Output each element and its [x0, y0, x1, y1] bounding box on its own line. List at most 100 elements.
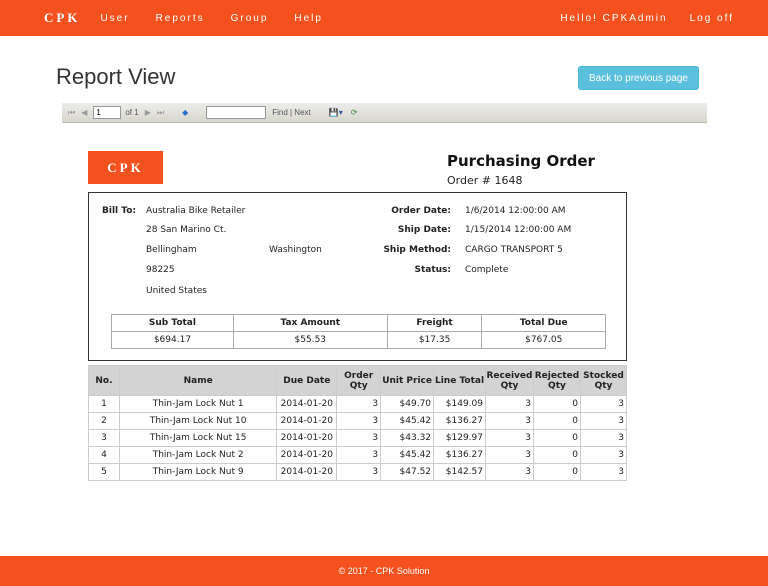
footer: © 2017 - CPK Solution [0, 556, 768, 586]
row-received-qty: 3 [484, 412, 534, 430]
bill-to-street: 28 San Marino Ct. [146, 225, 227, 235]
row-rejected-qty: 0 [532, 395, 581, 413]
order-date-label: Order Date: [391, 206, 451, 216]
first-page-icon[interactable]: ⏮ [68, 108, 75, 118]
total-due-value: $767.05 [481, 331, 606, 349]
row-no: 4 [88, 446, 120, 464]
last-page-icon[interactable]: ⏭ [157, 108, 164, 118]
bill-to-zip: 98225 [146, 265, 175, 275]
export-icon[interactable]: 💾▾ [329, 108, 343, 117]
total-due-header: Total Due [481, 314, 606, 332]
report-toolbar: ⏮ ◀ of 1 ▶ ⏭ ◆ Find | Next 💾▾ ⟳ [62, 103, 707, 123]
row-stocked-qty: 3 [579, 463, 628, 481]
items-header-row: No. Name Due Date Order Qty Unit Price L… [88, 365, 628, 396]
row-line-total: $149.09 [433, 395, 486, 413]
line-items-table: No. Name Due Date Order Qty Unit Price L… [88, 365, 628, 481]
row-order-qty: 3 [336, 412, 382, 430]
col-line-total: Line Total [433, 365, 486, 396]
find-next-label[interactable]: Find | Next [272, 108, 311, 117]
row-rejected-qty: 0 [532, 412, 581, 430]
nav-links: User Reports Group Help [100, 13, 349, 24]
col-name: Name [118, 365, 278, 396]
row-rejected-qty: 0 [532, 446, 581, 464]
top-navbar: CPK User Reports Group Help Hello! CPKAd… [0, 0, 768, 36]
nav-reports[interactable]: Reports [156, 13, 205, 24]
row-due-date: 2014-01-20 [276, 463, 338, 481]
row-stocked-qty: 3 [579, 395, 628, 413]
subtotal-value: $694.17 [111, 331, 234, 349]
row-unit-price: $43.32 [380, 429, 435, 447]
freight-value: $17.35 [386, 331, 483, 349]
col-unit-price: Unit Price [380, 365, 435, 396]
bill-to-state: Washington [269, 245, 322, 255]
prev-page-icon[interactable]: ◀ [81, 108, 87, 117]
row-line-total: $142.57 [433, 463, 486, 481]
back-to-parent-icon[interactable]: ◆ [182, 108, 188, 117]
row-no: 3 [88, 429, 120, 447]
nav-group[interactable]: Group [231, 13, 269, 24]
table-row: 2 Thin-Jam Lock Nut 10 2014-01-20 3 $45.… [88, 412, 628, 430]
col-rejected-qty: Rejected Qty [532, 365, 581, 396]
col-due-date: Due Date [276, 365, 338, 396]
find-input[interactable] [206, 106, 267, 119]
tax-header: Tax Amount [232, 314, 388, 332]
row-received-qty: 3 [484, 463, 534, 481]
row-name: Thin-Jam Lock Nut 10 [118, 412, 278, 430]
order-date-value: 1/6/2014 12:00:00 AM [465, 206, 566, 216]
report-title: Purchasing Order [447, 152, 595, 170]
page-count: of 1 [125, 108, 139, 117]
refresh-icon[interactable]: ⟳ [351, 108, 358, 117]
bill-to-name: Australia Bike Retailer [146, 206, 246, 216]
col-received-qty: Received Qty [484, 365, 534, 396]
ship-method-label: Ship Method: [383, 245, 451, 255]
brand-logo[interactable]: CPK [44, 10, 80, 26]
table-row: 1 Thin-Jam Lock Nut 1 2014-01-20 3 $49.7… [88, 395, 628, 413]
user-greeting-link[interactable]: Hello! CPKAdmin [560, 13, 667, 24]
bill-to-label: Bill To: [102, 206, 136, 216]
row-due-date: 2014-01-20 [276, 446, 338, 464]
back-button[interactable]: Back to previous page [578, 66, 699, 90]
table-row: 3 Thin-Jam Lock Nut 15 2014-01-20 3 $43.… [88, 429, 628, 447]
row-received-qty: 3 [484, 446, 534, 464]
nav-account: Hello! CPKAdmin Log off [538, 13, 734, 24]
row-received-qty: 3 [484, 429, 534, 447]
nav-user[interactable]: User [100, 13, 129, 24]
page-number-input[interactable] [93, 106, 122, 119]
row-stocked-qty: 3 [579, 429, 628, 447]
col-no: No. [88, 365, 120, 396]
row-order-qty: 3 [336, 463, 382, 481]
logoff-link[interactable]: Log off [690, 13, 734, 24]
row-name: Thin-Jam Lock Nut 1 [118, 395, 278, 413]
nav-help[interactable]: Help [294, 13, 323, 24]
report-logo: CPK [88, 151, 163, 184]
col-order-qty: Order Qty [336, 365, 382, 396]
row-stocked-qty: 3 [579, 412, 628, 430]
row-received-qty: 3 [484, 395, 534, 413]
row-due-date: 2014-01-20 [276, 429, 338, 447]
row-no: 1 [88, 395, 120, 413]
table-row: 5 Thin-Jam Lock Nut 9 2014-01-20 3 $47.5… [88, 463, 628, 481]
row-line-total: $129.97 [433, 429, 486, 447]
order-info-box: Bill To: Australia Bike Retailer 28 San … [88, 192, 627, 361]
page-title: Report View [56, 64, 176, 89]
row-unit-price: $47.52 [380, 463, 435, 481]
row-name: Thin-Jam Lock Nut 2 [118, 446, 278, 464]
row-order-qty: 3 [336, 446, 382, 464]
row-line-total: $136.27 [433, 446, 486, 464]
table-row: 4 Thin-Jam Lock Nut 2 2014-01-20 3 $45.4… [88, 446, 628, 464]
row-due-date: 2014-01-20 [276, 395, 338, 413]
next-page-icon[interactable]: ▶ [145, 108, 151, 117]
row-order-qty: 3 [336, 395, 382, 413]
order-number: Order # 1648 [447, 174, 523, 187]
row-line-total: $136.27 [433, 412, 486, 430]
col-stocked-qty: Stocked Qty [579, 365, 628, 396]
totals-table: Sub Total Tax Amount Freight Total Due $… [111, 314, 606, 349]
row-no: 2 [88, 412, 120, 430]
ship-date-value: 1/15/2014 12:00:00 AM [465, 225, 572, 235]
bill-to-city: Bellingham [146, 245, 197, 255]
subtotal-header: Sub Total [111, 314, 234, 332]
row-name: Thin-Jam Lock Nut 9 [118, 463, 278, 481]
ship-date-label: Ship Date: [397, 225, 451, 235]
row-name: Thin-Jam Lock Nut 15 [118, 429, 278, 447]
tax-value: $55.53 [232, 331, 388, 349]
